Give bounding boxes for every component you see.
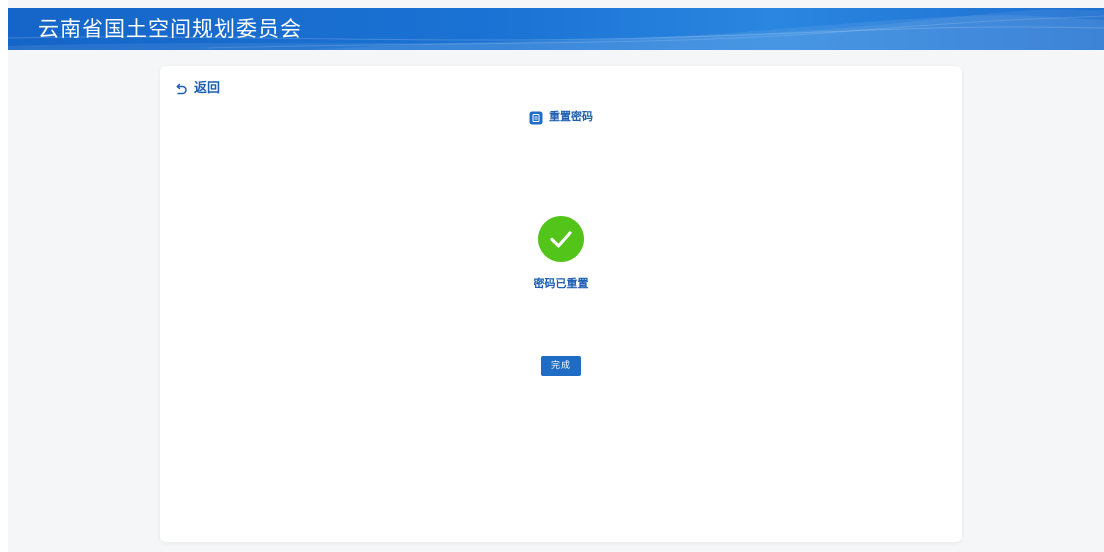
back-button[interactable]: 返回: [174, 80, 220, 98]
app-title: 云南省国土空间规划委员会: [38, 17, 302, 41]
section-title-label: 重置密码: [549, 110, 593, 123]
section-title: 重置密码: [160, 110, 962, 125]
back-button-label: 返回: [194, 81, 221, 96]
check-circle-icon: [538, 216, 584, 262]
undo-arrow-icon: [174, 82, 188, 96]
done-button[interactable]: 完成: [541, 356, 581, 376]
app-header: 云南省国土空间规划委员会: [8, 8, 1104, 50]
document-icon: [529, 110, 543, 125]
left-edge-strip: [0, 0, 8, 552]
success-message: 密码已重置: [533, 277, 589, 290]
reset-password-card: 返回 重置密码 密码已重置 完成: [160, 66, 962, 542]
